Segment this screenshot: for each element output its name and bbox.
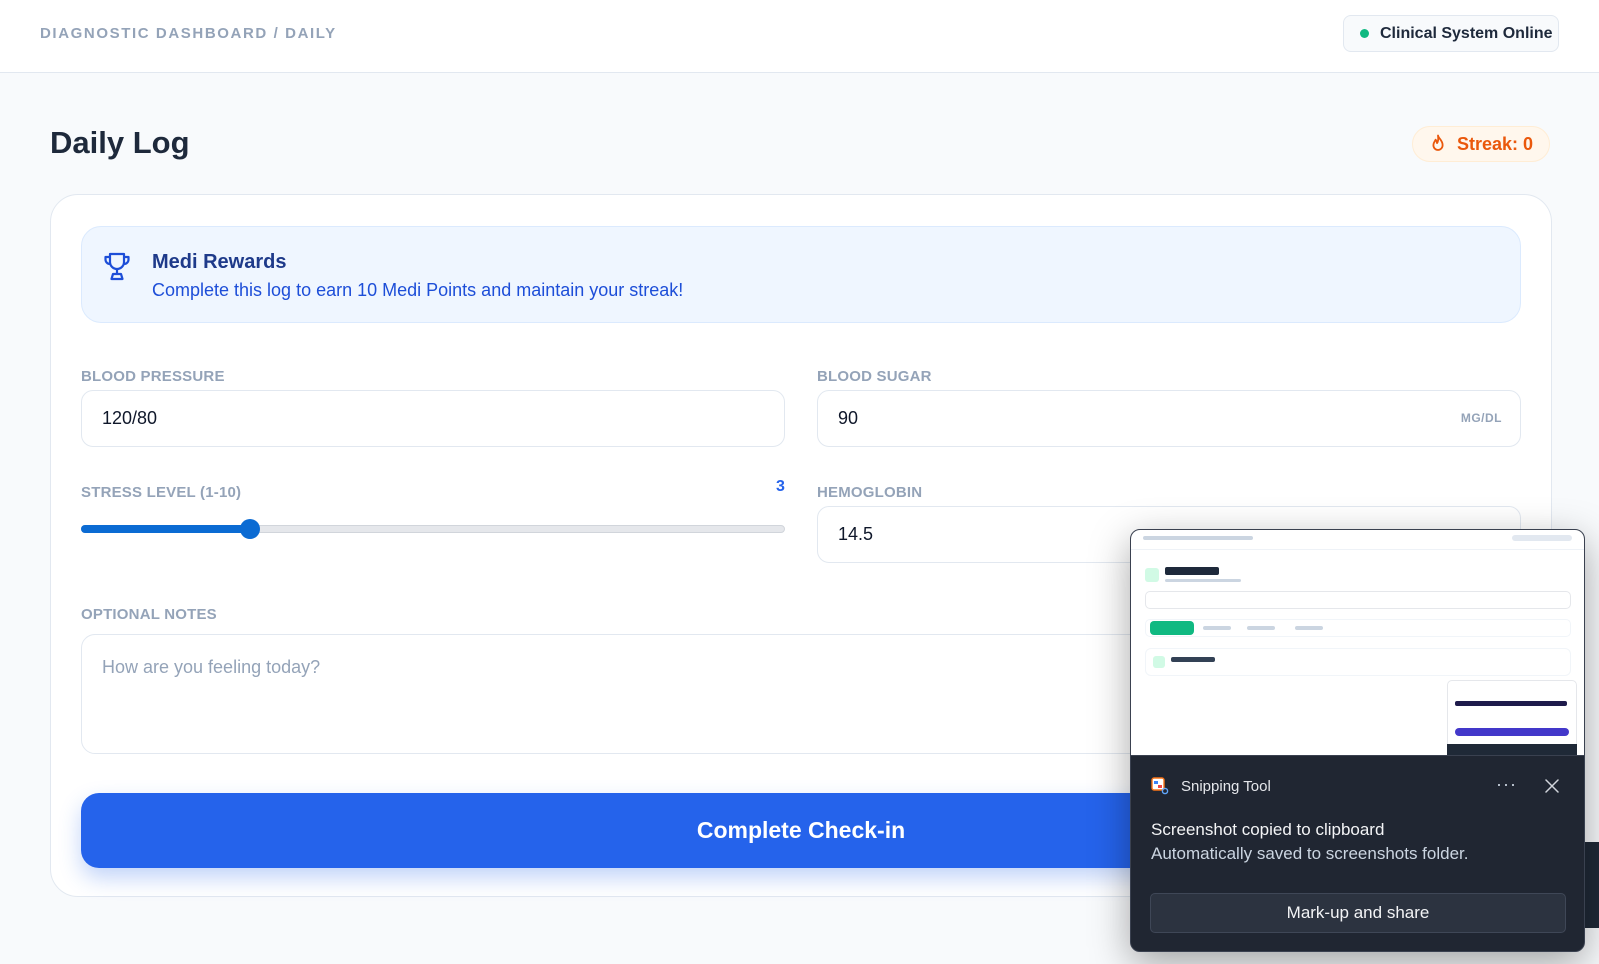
slider-thumb[interactable] bbox=[239, 519, 260, 539]
trophy-icon bbox=[104, 252, 130, 281]
hemoglobin-value: 14.5 bbox=[838, 524, 874, 544]
close-icon[interactable] bbox=[1545, 779, 1559, 793]
blood-sugar-input[interactable]: 90 MG/DL bbox=[817, 390, 1521, 447]
blood-pressure-label: BLOOD PRESSURE bbox=[81, 368, 225, 385]
flame-icon bbox=[1432, 134, 1444, 151]
screenshot-thumbnail[interactable] bbox=[1131, 530, 1584, 756]
rewards-banner: Medi Rewards Complete this log to earn 1… bbox=[81, 226, 1521, 323]
stress-level-value: 3 bbox=[776, 478, 785, 495]
page-title: Daily Log bbox=[50, 125, 190, 160]
notification-app-name: Snipping Tool bbox=[1181, 777, 1271, 795]
blood-sugar-unit: MG/DL bbox=[1460, 411, 1502, 425]
rewards-title: Medi Rewards bbox=[152, 251, 287, 273]
blood-pressure-input[interactable]: 120/80 bbox=[81, 390, 785, 447]
rewards-description: Complete this log to earn 10 Medi Points… bbox=[152, 280, 684, 300]
top-bar: DIAGNOSTIC DASHBOARD / DAILY Clinical Sy… bbox=[0, 0, 1599, 73]
blood-pressure-value: 120/80 bbox=[102, 408, 158, 428]
notification-subtitle: Automatically saved to screenshots folde… bbox=[1151, 844, 1469, 863]
slider-fill bbox=[81, 525, 250, 533]
blood-sugar-value: 90 bbox=[838, 408, 859, 428]
streak-label: Streak: 0 bbox=[1456, 133, 1534, 154]
stress-level-slider[interactable] bbox=[81, 519, 785, 539]
system-status-label: Clinical System Online bbox=[1380, 24, 1553, 42]
markup-and-share-button[interactable]: Mark-up and share bbox=[1150, 893, 1566, 933]
system-status-badge: Clinical System Online bbox=[1343, 15, 1559, 52]
blood-sugar-label: BLOOD SUGAR bbox=[817, 368, 932, 385]
more-options-icon[interactable]: ··· bbox=[1496, 774, 1517, 795]
snipping-tool-icon bbox=[1151, 777, 1169, 795]
status-dot-icon bbox=[1360, 29, 1369, 38]
streak-badge: Streak: 0 bbox=[1412, 126, 1550, 162]
snipping-tool-notification[interactable]: Snipping Tool ··· Screenshot copied to c… bbox=[1130, 529, 1585, 952]
notes-label: OPTIONAL NOTES bbox=[81, 606, 217, 623]
notification-title: Screenshot copied to clipboard bbox=[1151, 820, 1385, 839]
hemoglobin-label: HEMOGLOBIN bbox=[817, 484, 923, 501]
breadcrumb: DIAGNOSTIC DASHBOARD / DAILY bbox=[40, 25, 337, 42]
notes-placeholder: How are you feeling today? bbox=[102, 657, 321, 677]
stress-level-label: STRESS LEVEL (1-10) bbox=[81, 484, 242, 501]
